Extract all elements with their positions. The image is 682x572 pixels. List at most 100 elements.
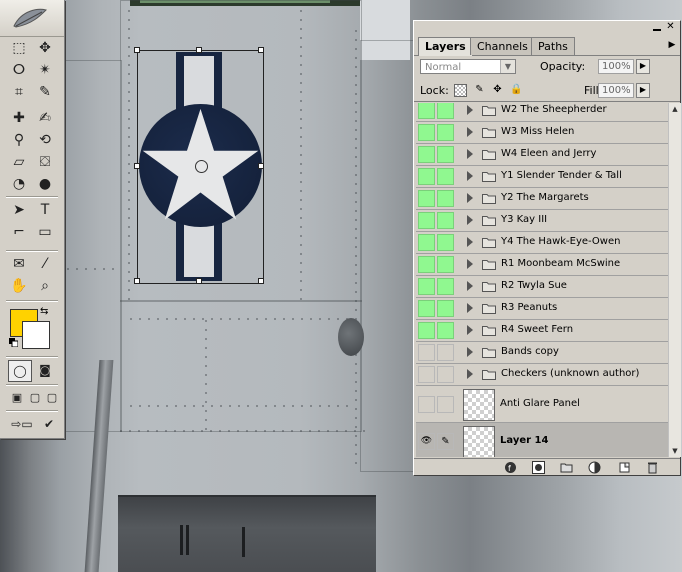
brush-tool[interactable]: ✍ (34, 108, 56, 128)
link-toggle[interactable] (437, 190, 454, 207)
background-color-swatch[interactable] (22, 321, 50, 349)
layer-row[interactable]: Anti Glare Panel (416, 386, 668, 423)
transform-handle[interactable] (258, 278, 264, 284)
lock-position-move-icon[interactable]: ✥ (492, 84, 503, 95)
jump-to-imageready-button[interactable]: ⇨▭ (8, 414, 36, 434)
rectangle-tool[interactable]: ▭ (34, 222, 56, 242)
transform-handle[interactable] (134, 163, 140, 169)
burn-tool[interactable]: ● (34, 174, 56, 194)
link-toggle[interactable] (437, 366, 454, 383)
new-layer-icon[interactable] (618, 461, 631, 474)
visibility-toggle[interactable] (418, 103, 435, 119)
close-icon[interactable]: ✕ (665, 22, 676, 33)
opacity-field[interactable]: 100% (598, 59, 634, 74)
transform-handle[interactable] (258, 47, 264, 53)
screen-mode-full-button[interactable]: ▢ (41, 388, 63, 408)
link-toggle[interactable] (437, 344, 454, 361)
expand-triangle-icon[interactable] (467, 215, 473, 225)
link-toggle[interactable] (437, 168, 454, 185)
type-tool[interactable]: T (34, 200, 56, 220)
link-toggle[interactable] (437, 103, 454, 119)
history-brush-tool[interactable]: ⟲ (34, 130, 56, 150)
link-toggle[interactable] (437, 322, 454, 339)
magic-wand-tool[interactable]: ✴ (34, 60, 56, 80)
tab-layers[interactable]: Layers (418, 37, 473, 56)
visibility-toggle[interactable] (418, 190, 435, 207)
link-toggle[interactable] (437, 278, 454, 295)
trash-icon[interactable] (646, 461, 659, 474)
eraser-tool[interactable]: ▱ (8, 152, 30, 172)
clone-stamp-tool[interactable]: ⚲ (8, 130, 30, 150)
link-toggle[interactable] (437, 300, 454, 317)
zoom-tool[interactable]: ⌕ (34, 276, 56, 296)
minimize-icon[interactable] (653, 23, 662, 32)
transform-handle[interactable] (258, 163, 264, 169)
layer-group-row[interactable]: W2 The Sheepherder (416, 103, 668, 122)
expand-triangle-icon[interactable] (467, 325, 473, 335)
layer-group-row[interactable]: R1 Moonbeam McSwine (416, 254, 668, 276)
palette-menu-icon[interactable]: ▶ (666, 39, 678, 51)
layer-group-row[interactable]: Bands copy (416, 342, 668, 364)
layer-style-icon[interactable]: f (504, 461, 517, 474)
transform-handle[interactable] (134, 47, 140, 53)
expand-triangle-icon[interactable] (467, 171, 473, 181)
visibility-toggle[interactable] (418, 124, 435, 141)
transform-handle[interactable] (196, 47, 202, 53)
expand-triangle-icon[interactable] (467, 369, 473, 379)
layer-group-row[interactable]: W3 Miss Helen (416, 122, 668, 144)
path-selection-tool[interactable]: ➤ (8, 200, 30, 220)
layer-group-row[interactable]: R2 Twyla Sue (416, 276, 668, 298)
layer-group-row[interactable]: Y1 Slender Tender & Tall (416, 166, 668, 188)
visibility-toggle[interactable] (418, 168, 435, 185)
transform-handle[interactable] (134, 278, 140, 284)
visibility-toggle[interactable] (418, 212, 435, 229)
transform-center-point[interactable] (195, 160, 208, 173)
layer-group-row[interactable]: R3 Peanuts (416, 298, 668, 320)
hand-tool[interactable]: ✋ (8, 276, 30, 296)
new-group-folder-icon[interactable] (560, 461, 573, 474)
expand-triangle-icon[interactable] (467, 149, 473, 159)
lasso-tool[interactable]: ⵔ (8, 60, 30, 80)
visibility-toggle[interactable] (418, 366, 435, 383)
expand-triangle-icon[interactable] (467, 303, 473, 313)
blend-mode-select[interactable]: Normal ▼ (420, 59, 516, 74)
scroll-up-icon[interactable]: ▲ (669, 103, 681, 115)
visibility-toggle[interactable] (418, 146, 435, 163)
expand-triangle-icon[interactable] (467, 347, 473, 357)
healing-brush-tool[interactable]: ✚ (8, 108, 30, 128)
brush-icon[interactable]: ✎ (437, 433, 454, 450)
layer-list-scrollbar[interactable]: ▲ ▼ (668, 103, 681, 457)
layer-group-row[interactable]: W4 Eleen and Jerry (416, 144, 668, 166)
layer-group-row[interactable]: R4 Sweet Fern (416, 320, 668, 342)
fill-slider-button[interactable]: ▶ (636, 83, 650, 98)
layer-row[interactable]: 👁 ✎ Layer 14 (416, 423, 668, 457)
lock-image-brush-icon[interactable]: ✎ (474, 84, 485, 95)
expand-triangle-icon[interactable] (467, 193, 473, 203)
blur-tool[interactable]: ◔ (8, 174, 30, 194)
visibility-toggle[interactable] (418, 256, 435, 273)
visibility-toggle[interactable] (418, 322, 435, 339)
swap-colors-icon[interactable]: ⇆ (40, 306, 48, 317)
slice-tool[interactable]: ✎ (34, 82, 56, 102)
expand-triangle-icon[interactable] (467, 281, 473, 291)
visibility-toggle[interactable] (418, 278, 435, 295)
link-toggle[interactable] (437, 212, 454, 229)
imageready-icon[interactable]: ✔ (38, 414, 60, 434)
rectangular-marquee-tool[interactable]: ⬚ (8, 38, 30, 58)
expand-triangle-icon[interactable] (467, 127, 473, 137)
link-toggle[interactable] (437, 256, 454, 273)
visibility-toggle[interactable] (418, 300, 435, 317)
pen-tool[interactable]: ⌐ (8, 222, 30, 242)
lock-transparency-icon[interactable] (454, 84, 467, 97)
fill-field[interactable]: 100% (598, 83, 634, 98)
standard-mode-button[interactable]: ◯ (8, 360, 32, 382)
visibility-toggle[interactable] (418, 396, 435, 413)
layer-group-row[interactable]: Y4 The Hawk-Eye-Owen (416, 232, 668, 254)
notes-tool[interactable]: ✉ (8, 254, 30, 274)
palette-titlebar[interactable]: ✕ (414, 21, 680, 35)
visibility-toggle[interactable] (418, 344, 435, 361)
paint-bucket-tool[interactable]: ⛋ (34, 152, 56, 172)
tab-channels[interactable]: Channels (470, 37, 535, 55)
link-toggle[interactable] (437, 146, 454, 163)
layer-group-row[interactable]: Y3 Kay III (416, 210, 668, 232)
